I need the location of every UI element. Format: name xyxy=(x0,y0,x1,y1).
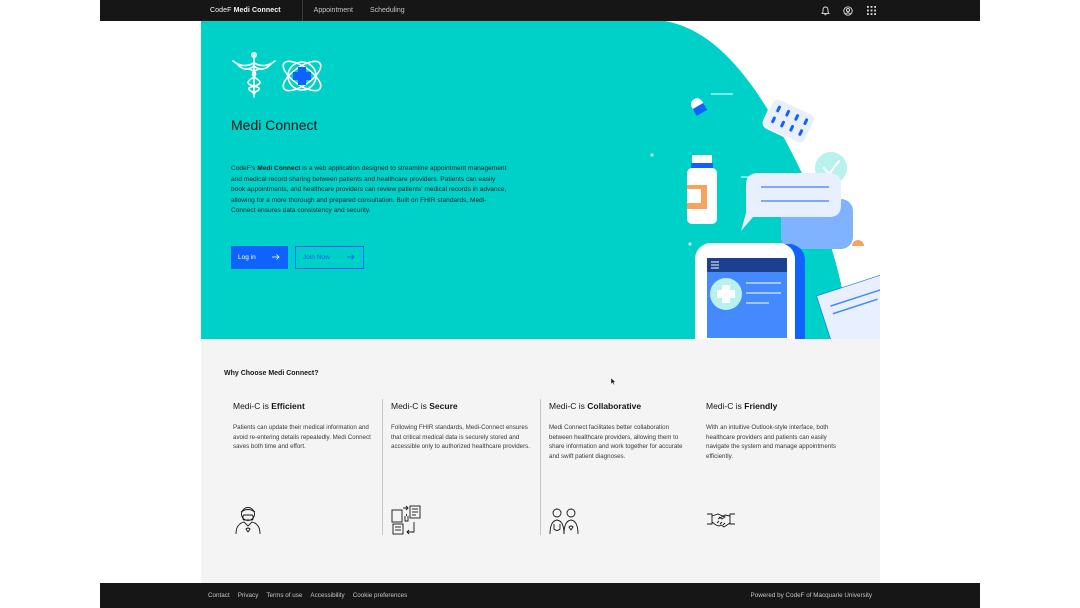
arrow-right-icon xyxy=(347,253,355,262)
footer-link-accessibility[interactable]: Accessibility xyxy=(310,592,344,599)
brand-prefix: CodeF xyxy=(210,7,232,14)
footer-link-cookie-preferences[interactable]: Cookie preferences xyxy=(353,592,408,599)
app-window: CodeF Medi Connect Appointment Schedulin… xyxy=(100,0,980,608)
user-avatar-icon[interactable] xyxy=(843,5,853,16)
feature-card-collaborative: Medi-C is Collaborative Medi Connect fac… xyxy=(540,399,697,535)
feature-card-friendly: Medi-C is Friendly With an intuitive Out… xyxy=(698,399,855,535)
why-choose-heading: Why Choose Medi Connect? xyxy=(224,370,319,377)
hero-desc-body: is a web application designed to streaml… xyxy=(231,165,507,215)
card-title-prefix: Medi-C is xyxy=(706,401,745,411)
why-choose-section: Why Choose Medi Connect? Medi-C is Effic… xyxy=(201,339,880,583)
join-now-button[interactable]: Join Now xyxy=(295,246,364,269)
card-title-bold: Friendly xyxy=(744,401,778,411)
card-title-bold: Efficient xyxy=(271,401,305,411)
card-title: Medi-C is Secure xyxy=(391,401,458,411)
brand-product-name: Medi Connect xyxy=(233,7,281,14)
card-title-prefix: Medi-C is xyxy=(549,401,588,411)
hero-title: Medi Connect xyxy=(231,117,318,133)
card-title: Medi-C is Efficient xyxy=(233,401,305,411)
footer-link-privacy[interactable]: Privacy xyxy=(238,592,259,599)
top-navigation-bar: CodeF Medi Connect Appointment Schedulin… xyxy=(100,0,980,21)
card-description: Medi Connect facilitates better collabor… xyxy=(549,424,683,460)
nav-link-appointment[interactable]: Appointment xyxy=(314,7,353,14)
card-description: With an intuitive Outlook-style interfac… xyxy=(706,424,837,460)
header-actions xyxy=(820,0,876,21)
arrow-right-icon xyxy=(272,253,280,262)
hero-section: Medi Connect CodeF's Medi Connect is a w… xyxy=(201,21,880,339)
medical-logo-icon xyxy=(232,51,322,98)
hero-desc-brand: Medi Connect xyxy=(257,165,301,172)
healthcare-team-icon xyxy=(549,508,579,535)
data-transfer-icon xyxy=(391,505,421,535)
card-description: Following FHIR standards, Medi-Connect e… xyxy=(391,424,530,451)
feature-card-efficient: Medi-C is Efficient Patients can update … xyxy=(225,399,382,535)
handshake-icon xyxy=(707,513,735,528)
feature-card-secure: Medi-C is Secure Following FHIR standard… xyxy=(382,399,539,535)
footer-link-contact[interactable]: Contact xyxy=(208,592,230,599)
card-title-bold: Collaborative xyxy=(587,401,642,411)
card-title: Medi-C is Collaborative xyxy=(549,401,641,411)
notification-icon[interactable] xyxy=(820,6,830,16)
brand-name[interactable]: CodeF Medi Connect xyxy=(210,7,281,14)
healthcare-app-illustration xyxy=(650,93,880,339)
app-switcher-icon[interactable] xyxy=(866,6,876,16)
login-button-label: Log in xyxy=(238,254,256,261)
footer-link-terms[interactable]: Terms of use xyxy=(266,592,302,599)
join-button-label: Join Now xyxy=(303,254,330,261)
card-title-prefix: Medi-C is xyxy=(233,401,272,411)
mouse-cursor-icon xyxy=(611,378,616,385)
footer-credit: Powered by CodeF of Macquarie University xyxy=(750,592,872,599)
card-title-prefix: Medi-C is xyxy=(391,401,430,411)
card-title: Medi-C is Friendly xyxy=(706,401,777,411)
footer: Contact Privacy Terms of use Accessibili… xyxy=(100,583,980,608)
card-description: Patients can update their medical inform… xyxy=(233,424,371,451)
hero-desc-prefix: CodeF's xyxy=(231,165,256,172)
hero-description: CodeF's Medi Connect is a web applicatio… xyxy=(231,164,509,217)
doctor-icon xyxy=(235,507,261,535)
card-title-bold: Secure xyxy=(429,401,458,411)
login-button[interactable]: Log in xyxy=(231,246,288,269)
header-divider xyxy=(301,0,303,21)
nav-link-scheduling[interactable]: Scheduling xyxy=(370,7,405,14)
